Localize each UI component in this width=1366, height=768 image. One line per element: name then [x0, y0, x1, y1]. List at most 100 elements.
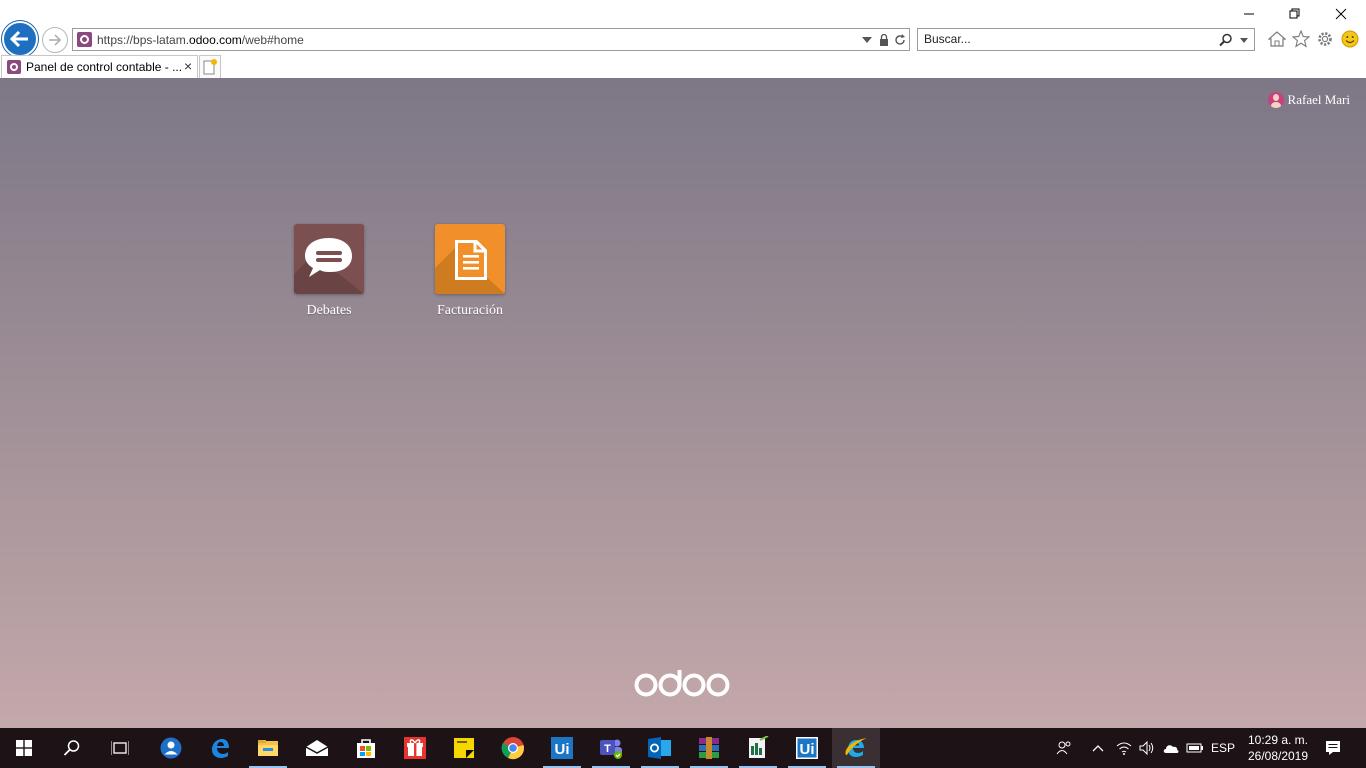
- uipath-robot-icon: Ui: [796, 737, 818, 759]
- svg-text:Ui: Ui: [555, 741, 570, 758]
- start-icon: [16, 740, 32, 756]
- app-icon-debates: [294, 224, 364, 294]
- taskbar-uipath-studio[interactable]: Ui: [538, 728, 586, 768]
- taskbar-mail[interactable]: [293, 728, 341, 768]
- taskbar-store[interactable]: [342, 728, 390, 768]
- chat-bubble-icon: [294, 238, 364, 294]
- user-name: Rafael Mari: [1287, 92, 1350, 107]
- mail-icon: [305, 740, 329, 756]
- odoo-favicon-icon: [77, 32, 92, 47]
- minimize-icon: [1244, 13, 1254, 15]
- tab-title: Panel de control contable - ...: [26, 60, 183, 74]
- tray-onedrive[interactable]: [1160, 728, 1182, 768]
- app-label-debates: Debates: [306, 303, 352, 318]
- svg-text:Ui: Ui: [800, 741, 815, 758]
- document-icon: [435, 240, 505, 294]
- search-dropdown-icon[interactable]: [1236, 31, 1252, 49]
- minimize-button[interactable]: [1226, 0, 1272, 28]
- clock-date: 26/08/2019: [1247, 749, 1309, 763]
- start-button[interactable]: [0, 728, 48, 768]
- search-icon: [63, 740, 80, 756]
- people-icon: [1056, 741, 1071, 755]
- task-view-icon: [111, 741, 129, 755]
- tab-active[interactable]: Panel de control contable - ... ×: [1, 55, 198, 78]
- tray-network[interactable]: [1113, 728, 1135, 768]
- taskbar-internet-explorer[interactable]: [832, 728, 880, 768]
- taskbar-people-app[interactable]: [147, 728, 195, 768]
- tab-strip: Panel de control contable - ... ×: [0, 55, 1366, 78]
- winrar-icon: [699, 737, 719, 759]
- battery-icon: [1186, 743, 1203, 753]
- edge-icon: [212, 739, 229, 758]
- tray-people[interactable]: [1052, 728, 1076, 768]
- tray-language[interactable]: ESP: [1208, 728, 1238, 768]
- taskbar-excel[interactable]: [734, 728, 782, 768]
- restore-icon: [1289, 8, 1300, 19]
- file-explorer-icon: [258, 740, 278, 756]
- dropdown-arrow-icon[interactable]: [859, 31, 875, 49]
- home-icon[interactable]: [1266, 28, 1288, 50]
- url-text[interactable]: https://bps-latam.odoo.com/web#home: [97, 33, 304, 47]
- taskbar-chrome[interactable]: [489, 728, 537, 768]
- tab-close-button[interactable]: ×: [184, 58, 192, 74]
- favorites-star-icon[interactable]: [1290, 28, 1312, 50]
- taskbar-sticky-notes[interactable]: [440, 728, 488, 768]
- tray-action-center[interactable]: [1318, 728, 1348, 768]
- odoo-favicon-icon: [7, 60, 21, 74]
- lock-icon[interactable]: [876, 31, 892, 49]
- notifications-icon: [1326, 741, 1340, 755]
- taskbar-edge[interactable]: [196, 728, 244, 768]
- taskbar-winrar[interactable]: [685, 728, 733, 768]
- odoo-logo: [634, 670, 730, 697]
- restore-button[interactable]: [1272, 0, 1318, 28]
- taskbar-outlook[interactable]: [636, 728, 684, 768]
- internet-explorer-icon: [845, 738, 867, 757]
- taskbar-teams[interactable]: T: [587, 728, 635, 768]
- feedback-smiley-icon[interactable]: [1339, 28, 1361, 50]
- task-view-button[interactable]: [96, 728, 144, 768]
- refresh-icon[interactable]: [892, 31, 908, 49]
- browser-chrome: https://bps-latam.odoo.com/web#home Busc…: [0, 0, 1366, 78]
- excel-icon: [749, 736, 769, 758]
- arrow-left-icon: [9, 30, 28, 48]
- taskbar-gift-app[interactable]: [391, 728, 439, 768]
- sticky-notes-icon: [454, 738, 474, 758]
- clock-time: 10:29 a. m.: [1247, 733, 1309, 747]
- taskbar-search-button[interactable]: [48, 728, 96, 768]
- app-debates[interactable]: Debates: [279, 224, 379, 319]
- search-input[interactable]: [924, 32, 1204, 46]
- arrow-right-icon: [49, 34, 62, 46]
- close-window-button[interactable]: [1318, 0, 1364, 28]
- outlook-icon: [648, 737, 671, 759]
- store-icon: [357, 739, 375, 758]
- svg-text:T: T: [604, 743, 611, 755]
- odoo-home-screen: Rafael Mari Debates Facturación: [0, 78, 1366, 728]
- search-box[interactable]: [917, 28, 1255, 51]
- tray-volume[interactable]: [1136, 728, 1158, 768]
- gift-app-icon: [404, 737, 426, 759]
- uipath-studio-icon: Ui: [551, 737, 573, 759]
- tray-show-hidden[interactable]: [1088, 728, 1108, 768]
- address-bar[interactable]: https://bps-latam.odoo.com/web#home: [72, 28, 910, 51]
- speaker-icon: [1139, 741, 1154, 755]
- new-tab-icon: [203, 59, 217, 75]
- forward-button[interactable]: [42, 27, 68, 53]
- settings-gear-icon[interactable]: [1314, 28, 1336, 50]
- taskbar-file-explorer[interactable]: [244, 728, 292, 768]
- chrome-icon: [501, 737, 524, 760]
- app-facturacion[interactable]: Facturación: [420, 224, 520, 319]
- tray-battery[interactable]: [1184, 728, 1206, 768]
- taskbar-uipath-robot[interactable]: Ui: [783, 728, 831, 768]
- chevron-up-icon: [1092, 745, 1104, 752]
- close-icon: [1335, 8, 1347, 20]
- tray-clock[interactable]: 10:29 a. m. 26/08/2019: [1238, 732, 1318, 764]
- back-button[interactable]: [2, 21, 38, 57]
- wifi-icon: [1116, 742, 1132, 755]
- user-avatar: [1267, 92, 1284, 108]
- user-menu[interactable]: Rafael Mari: [1267, 92, 1350, 108]
- teams-icon: T: [600, 739, 622, 759]
- people-app-icon: [160, 737, 182, 759]
- new-tab-button[interactable]: [199, 55, 221, 78]
- app-icon-facturacion: [435, 224, 505, 294]
- search-icon[interactable]: [1218, 31, 1234, 49]
